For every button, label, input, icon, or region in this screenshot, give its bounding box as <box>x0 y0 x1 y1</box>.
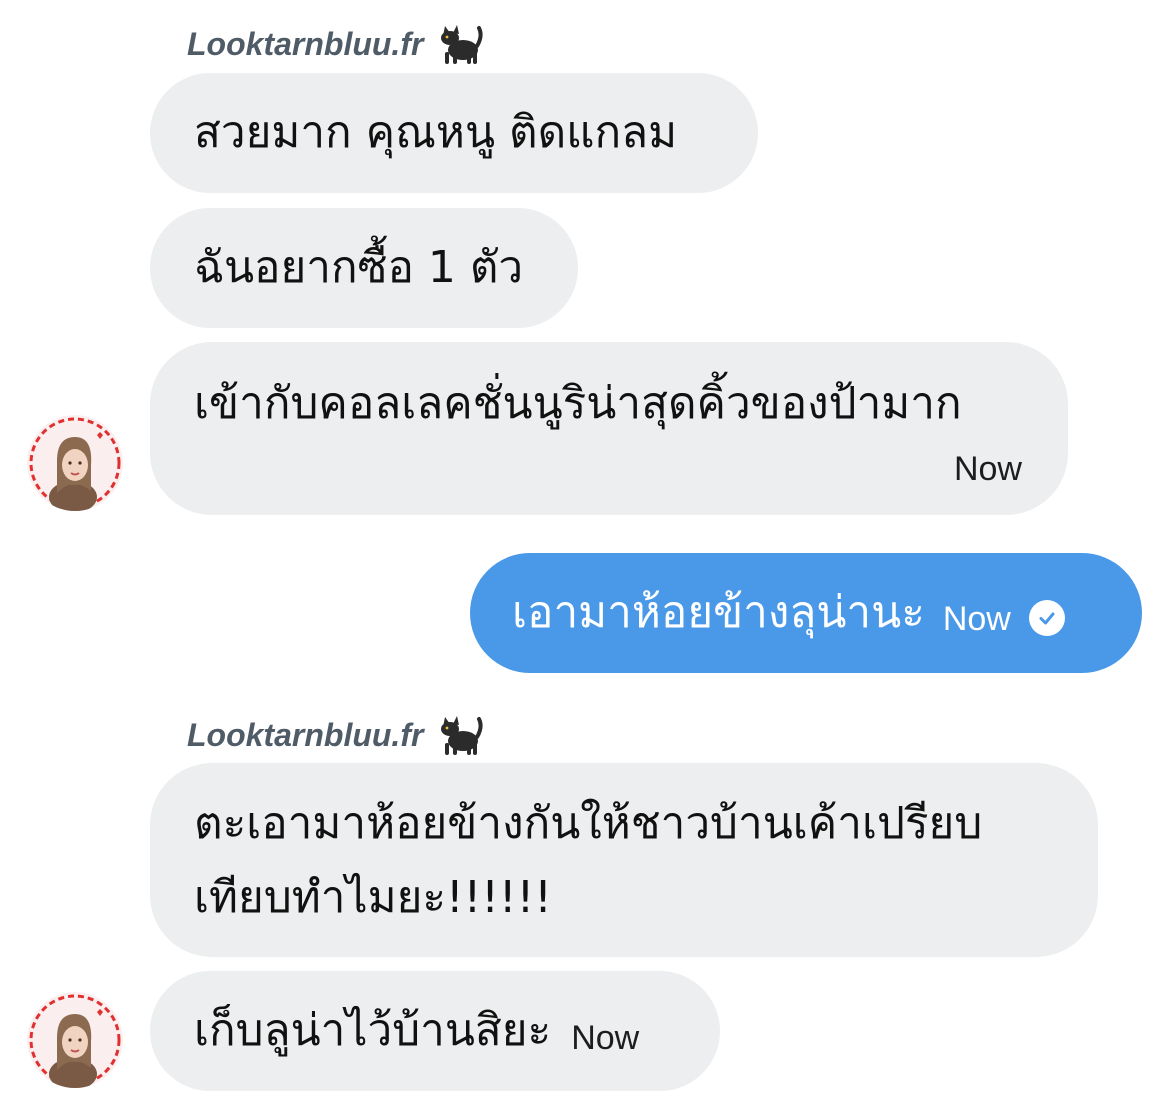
black-cat-icon <box>441 716 484 755</box>
message-timestamp: Now <box>571 1018 640 1057</box>
message-text: สวยมาก คุณหนู ติดแกลม <box>194 107 678 158</box>
message-bubble[interactable]: เข้ากับคอลเลคชั่นนูริน่าสุดคิ้วของป้ามาก… <box>150 342 1068 515</box>
message-timestamp: Now <box>953 450 1022 488</box>
avatar-image <box>27 415 123 511</box>
outgoing-message-bubble[interactable]: เอามาห้อยข้างลุน่านะ Now <box>470 553 1142 673</box>
message-bubble[interactable]: ตะเอามาห้อยข้างกันให้ชาวบ้านเค้าเปรียบ เ… <box>150 763 1098 957</box>
black-cat-icon <box>441 25 484 64</box>
message-bubble[interactable]: สวยมาก คุณหนู ติดแกลม <box>150 73 758 193</box>
sender-name: Looktarnbluu.fr <box>187 25 424 62</box>
check-circle-icon <box>1028 600 1065 636</box>
contact-avatar[interactable] <box>27 415 123 511</box>
sender-label: Looktarnbluu.fr <box>187 22 484 66</box>
message-text: เก็บลูน่าไว้บ้านสิยะ <box>194 1005 552 1056</box>
message-text: ฉันอยากซื้อ 1 ตัว <box>194 242 524 293</box>
contact-avatar[interactable] <box>27 992 123 1088</box>
message-bubble[interactable]: ฉันอยากซื้อ 1 ตัว <box>150 208 578 328</box>
message-text: เข้ากับคอลเลคชั่นนูริน่าสุดคิ้วของป้ามาก <box>194 378 962 429</box>
avatar-image <box>27 992 123 1088</box>
sender-name: Looktarnbluu.fr <box>187 716 424 753</box>
message-text-line: เทียบทำไมยะ!!!!!! <box>194 872 552 923</box>
message-text: เอามาห้อยข้างลุน่านะ <box>512 587 925 638</box>
message-timestamp: Now <box>942 599 1011 638</box>
message-text-line: ตะเอามาห้อยข้างกันให้ชาวบ้านเค้าเปรียบ <box>194 798 983 849</box>
sender-label: Looktarnbluu.fr <box>187 713 484 757</box>
message-bubble[interactable]: เก็บลูน่าไว้บ้านสิยะ Now <box>150 971 720 1091</box>
